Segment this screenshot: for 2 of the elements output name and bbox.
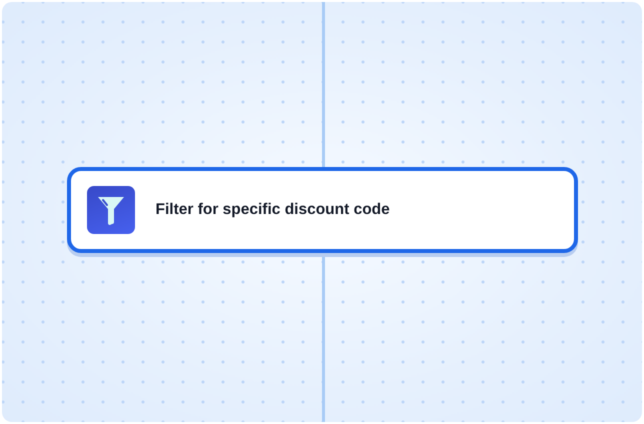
node-title: Filter for specific discount code — [156, 201, 390, 219]
funnel-icon — [86, 186, 134, 234]
